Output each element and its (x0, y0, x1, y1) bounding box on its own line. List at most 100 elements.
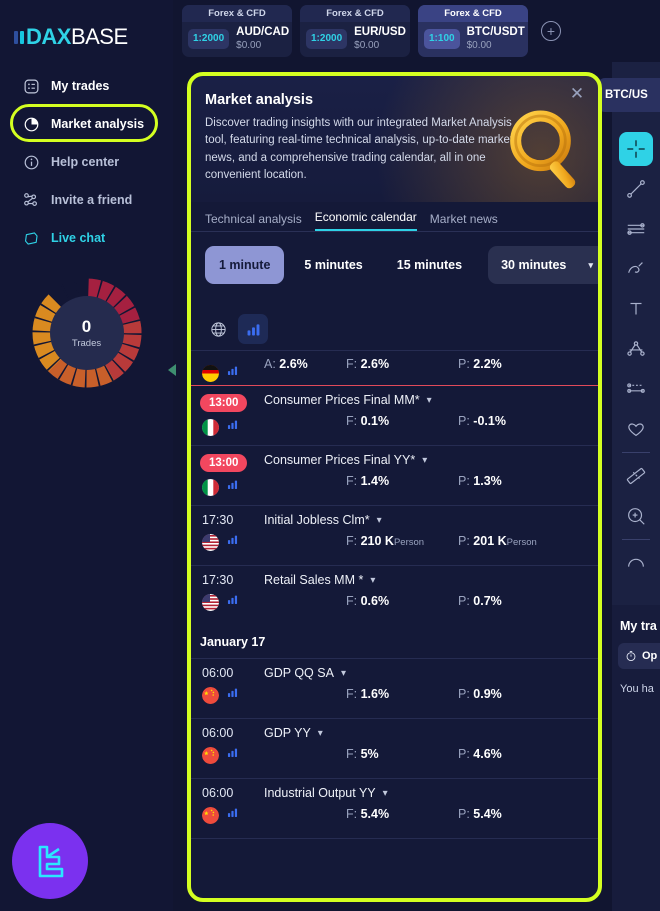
fib-levels-icon[interactable] (619, 372, 653, 406)
flag-cn-icon (202, 806, 219, 824)
add-symbol-button[interactable]: + (541, 21, 561, 41)
event-name-label: Consumer Prices Final MM* (264, 393, 420, 407)
info-icon (22, 153, 40, 171)
chart-pair-chip[interactable]: BTC/US (598, 78, 660, 112)
impact-bars-icon (226, 533, 239, 551)
symbol-category: Forex & CFD (300, 5, 410, 22)
horizontal-lines-icon[interactable] (619, 212, 653, 246)
chevron-down-icon[interactable]: ▾ (383, 788, 388, 799)
trendline-icon[interactable] (619, 172, 653, 206)
brush-icon[interactable] (619, 252, 653, 286)
tab-market-news[interactable]: Market news (430, 212, 498, 231)
calendar-row[interactable]: 17:30 Retail Sales MM * ▾ F: 0.6% P: 0.7… (191, 565, 598, 625)
close-icon[interactable]: ✕ (568, 85, 586, 104)
chevron-down-icon[interactable]: ▾ (341, 668, 346, 679)
calendar-row[interactable]: 13:00 Consumer Prices Final MM* ▾ F: 0.1… (191, 386, 598, 445)
timeframe-5-minutes[interactable]: 5 minutes (290, 246, 376, 284)
event-time-badge: 13:00 (200, 394, 248, 412)
previous-value: P: 1.3% (458, 474, 502, 488)
ruler-icon[interactable] (619, 459, 653, 493)
symbol-tab[interactable]: Forex & CFD 1:2000 AUD/CAD $0.00 (182, 5, 292, 57)
donut-center: 0 Trades (49, 296, 124, 370)
pitchfork-icon[interactable] (619, 332, 653, 366)
event-name-label: GDP YY (264, 726, 311, 740)
chevron-down-icon: ▾ (588, 259, 594, 270)
sidebar-item-my-trades[interactable]: My trades (0, 70, 173, 102)
view-toggle-row (191, 284, 598, 350)
event-name[interactable]: GDP YY ▾ (264, 726, 598, 740)
zoom-in-icon[interactable] (619, 499, 653, 533)
text-icon[interactable] (619, 292, 653, 326)
bar-chart-icon[interactable] (238, 314, 268, 344)
chevron-down-icon[interactable]: ▾ (377, 515, 382, 526)
symbol-leverage: 1:2000 (306, 28, 348, 49)
impact-bars-icon (247, 323, 259, 335)
event-time: 06:00 (202, 726, 234, 740)
flag-it-icon (202, 418, 219, 436)
forecast-value: F: 0.1% (346, 414, 390, 428)
timeframe-dropdown[interactable]: 30 minutes ▾ (488, 246, 598, 284)
symbol-leverage: 1:100 (424, 28, 460, 49)
event-name-label: Retail Sales MM * (264, 573, 364, 587)
calendar-row[interactable]: 06:00 GDP YY ▾ F: 5% P: 4.6% (191, 718, 598, 778)
calendar-row[interactable]: A: 2.6% F: 2.6% P: 2.2% (191, 350, 598, 386)
open-trades-button[interactable]: Op (618, 643, 660, 669)
arc-icon[interactable] (619, 546, 653, 580)
previous-value: P: 4.6% (458, 747, 502, 761)
heart-icon[interactable] (619, 412, 653, 446)
chevron-down-icon[interactable]: ▾ (427, 395, 432, 406)
tab-economic-calendar[interactable]: Economic calendar (314, 210, 417, 231)
forecast-value: F: 2.6% (346, 357, 390, 371)
event-name[interactable]: Consumer Prices Final MM* ▾ (264, 393, 598, 407)
symbol-pair: BTC/USDT (466, 26, 525, 38)
calendar-row[interactable]: 06:00 GDP QQ SA ▾ F: 1.6% P: 0.9% (191, 658, 598, 718)
previous-value: P: 2.2% (458, 357, 502, 371)
calendar-list-end (191, 838, 598, 852)
brand-mark-icon (14, 30, 24, 44)
event-name[interactable]: GDP QQ SA ▾ (264, 666, 598, 680)
previous-value: P: 0.9% (458, 687, 502, 701)
crosshair-icon[interactable] (619, 132, 653, 166)
symbol-amount: $0.00 (466, 39, 492, 51)
symbol-tab[interactable]: Forex & CFD 1:2000 EUR/USD $0.00 (300, 5, 410, 57)
event-time: 17:30 (202, 513, 234, 527)
sidebar-item-invite-a-friend[interactable]: Invite a friend (0, 184, 173, 216)
symbol-amount: $0.00 (354, 39, 380, 51)
chart-tool-rail: BTC/US My tra Op You ha (598, 62, 660, 911)
chevron-down-icon[interactable]: ▾ (318, 728, 323, 739)
event-name[interactable]: Initial Jobless Clm* ▾ (264, 513, 598, 527)
rail-divider (622, 539, 650, 540)
calendar-row[interactable]: 13:00 Consumer Prices Final YY* ▾ F: 1.4… (191, 445, 598, 505)
trades-icon (22, 77, 40, 95)
sidebar-item-help-center[interactable]: Help center (0, 146, 173, 178)
chevron-down-icon[interactable]: ▾ (370, 575, 375, 586)
event-name[interactable]: Industrial Output YY ▾ (264, 786, 598, 800)
event-name-label: Initial Jobless Clm* (264, 513, 370, 527)
symbol-tab-selected[interactable]: Forex & CFD 1:100 BTC/USDT $0.00 (418, 5, 528, 57)
timeframe-15-minutes[interactable]: 15 minutes (383, 246, 476, 284)
impact-bars-icon (226, 478, 239, 496)
people-icon (22, 191, 40, 209)
globe-icon[interactable] (203, 314, 233, 344)
tab-technical-analysis[interactable]: Technical analysis (205, 212, 302, 231)
event-name[interactable]: Retail Sales MM * ▾ (264, 573, 598, 587)
previous-value: P: 5.4% (458, 807, 502, 821)
panel-collapse-arrow-icon[interactable] (168, 364, 176, 376)
chevron-down-icon[interactable]: ▾ (422, 455, 427, 466)
symbol-amount: $0.00 (236, 39, 262, 51)
calendar-row[interactable]: 17:30 Initial Jobless Clm* ▾ F: 210 KPer… (191, 505, 598, 565)
sidebar-item-market-analysis[interactable]: Market analysis (0, 104, 173, 142)
impact-bars-icon (226, 593, 239, 611)
event-time: 06:00 (202, 786, 234, 800)
event-name[interactable]: Consumer Prices Final YY* ▾ (264, 453, 598, 467)
donut-label: Trades (71, 337, 102, 349)
calendar-row[interactable]: 06:00 Industrial Output YY ▾ F: 5.4% P: … (191, 778, 598, 838)
chat-icon (22, 229, 40, 247)
brand-logo[interactable]: DAX BASE (0, 0, 173, 56)
avatar[interactable] (12, 823, 88, 899)
timeframe-1-minute[interactable]: 1 minute (205, 246, 285, 284)
sidebar-item-live-chat[interactable]: Live chat (0, 222, 173, 254)
avatar-logo-icon (38, 845, 64, 878)
timeframe-dropdown-value: 30 minutes (501, 258, 567, 272)
symbol-pair: EUR/USD (354, 26, 406, 38)
